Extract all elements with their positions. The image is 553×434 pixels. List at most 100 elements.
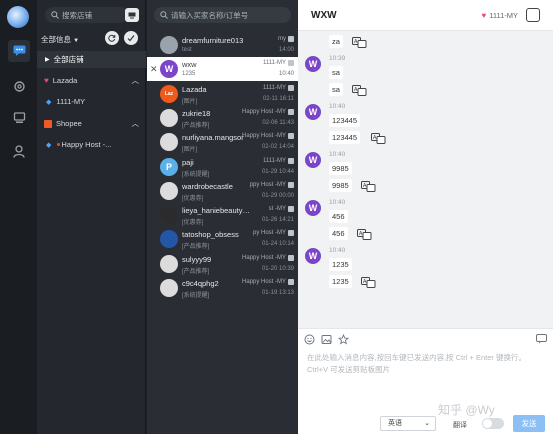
quick-reply-icon — [536, 334, 547, 344]
device-nav-button[interactable] — [8, 107, 30, 129]
user-nav-button[interactable] — [8, 140, 30, 162]
chat-time: 02-02 14:04 — [261, 144, 294, 151]
shopee-group[interactable]: Shopee ︿ — [37, 115, 146, 132]
chat-store: Happy Host -MY — [241, 108, 294, 115]
star-icon[interactable] — [338, 334, 349, 345]
conversation-store-label: 1111-MY — [489, 11, 518, 20]
message-bubble: 456 — [329, 227, 348, 240]
buyer-search-placeholder: 请输入买家名称/订单号 — [171, 10, 249, 20]
left-rail — [0, 0, 37, 434]
chat-store-label: 1111-MY — [262, 60, 286, 67]
conversation-store: ♥ 1111-MY — [481, 11, 518, 20]
chat-time: 01-20 10:39 — [261, 265, 294, 272]
avatar — [160, 206, 178, 225]
translate-icon[interactable]: A — [356, 229, 372, 240]
avatar — [160, 108, 178, 127]
chat-name: paji — [182, 157, 194, 167]
translate-toggle[interactable] — [482, 418, 504, 429]
chat-store-label: 1111-MY — [262, 84, 286, 91]
app-window: 搜索店铺 全部信息 ▼ ▶ 全部店铺 ♥ Lazada ︿ ◆ 1111-MY — [0, 0, 553, 434]
emoji-icon[interactable] — [304, 334, 315, 345]
translate-icon[interactable]: A — [352, 85, 367, 96]
message-time: 10:40 — [329, 199, 346, 206]
message-input[interactable]: 在此处输入消息内容,按回车键已发送内容,按 Ctrl + Enter 键换行。C… — [307, 352, 547, 376]
chat-row[interactable]: c9c4qphg2 [系统提醒] Happy Host -MY 01-19 13:13 — [147, 276, 298, 300]
store-icon — [288, 254, 294, 261]
chat-row[interactable]: Laz Lazada [图片] 1111-MY 02-11 16:11 — [147, 82, 298, 106]
caret-right-icon: ▶ — [45, 57, 50, 63]
language-select[interactable]: 英语 ⌄ — [380, 416, 436, 431]
store-icon — [288, 133, 294, 140]
translate-icon[interactable]: A — [361, 181, 376, 192]
chat-nav-button[interactable] — [8, 40, 30, 62]
chat-store: my — [278, 36, 294, 42]
buyer-search-input[interactable]: 请输入买家名称/订单号 — [154, 7, 291, 23]
chat-time: 01-19 13:13 — [261, 290, 294, 296]
image-icon[interactable] — [321, 334, 332, 345]
chat-time: 01-29 00:00 — [261, 192, 294, 199]
translate-icon[interactable]: A — [352, 37, 367, 48]
chat-name: wardrobecastle — [182, 181, 233, 191]
message-bubble: sa — [329, 83, 343, 96]
chat-preview: [图片] — [182, 147, 198, 154]
avatar — [160, 230, 178, 249]
chat-time: 01-26 14:21 — [261, 217, 294, 224]
window-button[interactable] — [526, 8, 540, 22]
chat-name: Lazada — [182, 84, 207, 94]
chat-store-label: Happy Host -MY — [241, 254, 286, 261]
message-avatar: W — [305, 200, 321, 216]
chat-store: Happy Host -MY — [241, 254, 294, 261]
chat-row[interactable]: dreamfurniture013 test my 14:00 — [147, 33, 298, 57]
translate-icon[interactable]: A — [361, 277, 376, 288]
store-search-input[interactable]: 搜索店铺 — [45, 7, 128, 23]
store-search-placeholder: 搜索店铺 — [62, 10, 92, 20]
quick-reply-button[interactable] — [536, 334, 547, 346]
send-button[interactable]: 发送 — [513, 415, 545, 432]
chat-row[interactable]: sulyyy99 [产品推荐] Happy Host -MY 01-20 10:39 — [147, 252, 298, 276]
toggle-knob — [483, 419, 492, 428]
composer: 在此处输入消息内容,按回车键已发送内容,按 Ctrl + Enter 键换行。C… — [298, 328, 553, 434]
lazada-store-item[interactable]: ◆ 1111-MY — [37, 93, 146, 110]
chat-store-label: 1111-MY — [262, 157, 286, 164]
close-icon[interactable]: ✕ — [150, 64, 158, 75]
avatar: W — [160, 60, 178, 79]
avatar — [160, 254, 178, 273]
chat-store-label: st -MY — [268, 206, 286, 213]
chat-store-label: ppy Host -MY — [249, 181, 286, 188]
message-time: 10:40 — [329, 151, 346, 158]
translate-icon[interactable]: A — [370, 133, 386, 144]
chat-row[interactable]: Ppaji [系统提醒] 1111-MY 01-29 10:44 — [147, 155, 298, 179]
chat-row[interactable]: nurliyana.mangsor [图片] Happy Host -MY 02-02… — [147, 130, 298, 154]
chat-store: st -MY — [268, 206, 294, 213]
chat-row[interactable]: ✕ Wwxw 1235 1111-MY 10:40 — [147, 57, 298, 82]
message-bubble: 123445 — [329, 114, 361, 127]
chat-row[interactable]: lieya_haniebeautycare [优惠券] st -MY 01-26 14… — [147, 203, 298, 227]
check-icon — [127, 35, 135, 42]
conversation-title: WXW — [311, 10, 337, 21]
chat-preview: 1235 — [182, 71, 196, 78]
message-bubble: 456 — [329, 210, 348, 223]
search-icon — [51, 11, 59, 19]
refresh-button[interactable] — [105, 31, 119, 45]
settings-nav-button[interactable] — [8, 75, 30, 97]
chat-store-label: py Host -MY — [252, 230, 286, 237]
lazada-store-label: 1111-MY — [56, 97, 86, 106]
store-icon — [288, 60, 294, 67]
message-avatar: W — [305, 248, 321, 264]
chat-preview: [图片] — [182, 98, 198, 105]
shopee-store-item[interactable]: ◆ Happy Host -... — [37, 136, 146, 153]
chat-row[interactable]: tatoshop_obsess [产品推荐] py Host -MY 01-24 10… — [147, 227, 298, 251]
chat-store-label: Happy Host -MY — [241, 108, 286, 115]
avatar: Laz — [160, 84, 178, 103]
store-icon — [288, 157, 294, 164]
heart-icon: ♥ — [481, 11, 487, 20]
store-panel-button[interactable] — [125, 8, 139, 22]
collapse-button[interactable] — [124, 31, 138, 45]
lazada-group[interactable]: ♥ Lazada ︿ — [37, 72, 146, 89]
all-info-filter[interactable]: 全部信息 ▼ — [41, 34, 79, 45]
chat-time: 14:00 — [278, 47, 294, 53]
chat-row[interactable]: wardrobecastle [优惠券] ppy Host -MY 01-29 00:… — [147, 179, 298, 203]
chat-row[interactable]: zukrie18 [产品推荐] Happy Host -MY 02-06 11:43 — [147, 106, 298, 130]
all-stores-item[interactable]: ▶ 全部店铺 — [37, 51, 146, 68]
message-bubble: sa — [329, 66, 343, 79]
